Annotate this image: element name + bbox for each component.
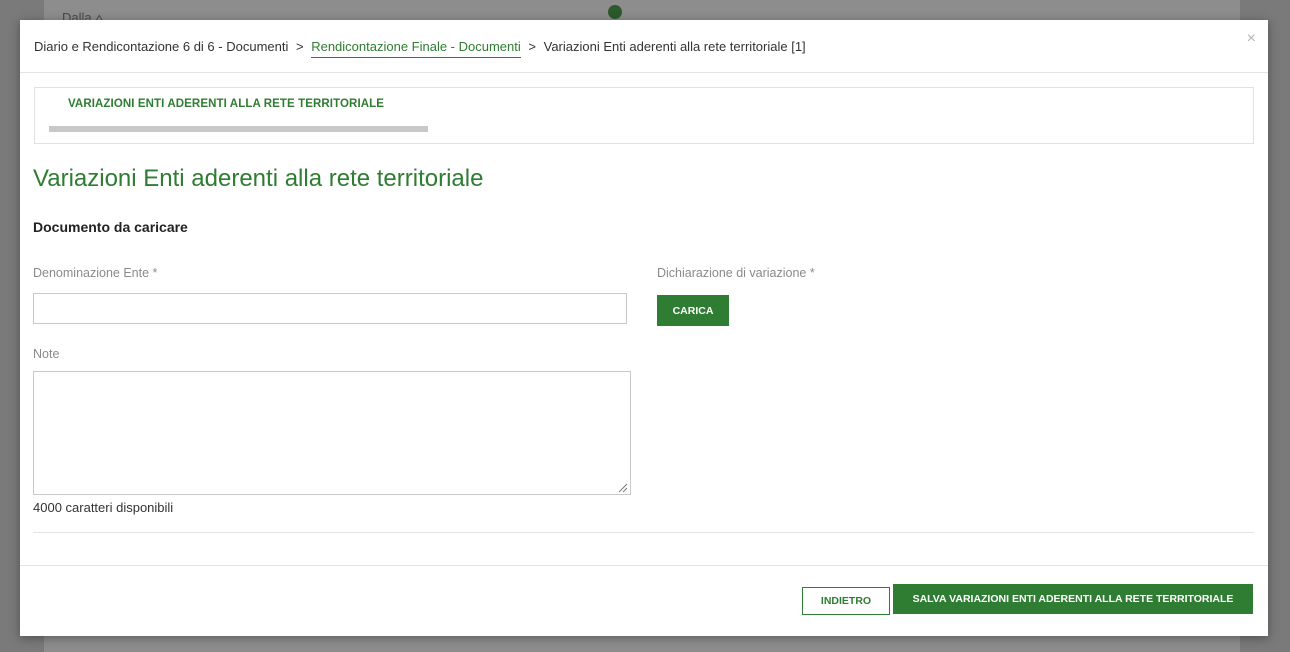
breadcrumb-item-current: Variazioni Enti aderenti alla rete terri… <box>543 39 806 54</box>
note-label: Note <box>33 347 60 361</box>
back-button[interactable]: INDIETRO <box>802 587 890 615</box>
page-title: Variazioni Enti aderenti alla rete terri… <box>33 165 484 192</box>
close-icon[interactable]: × <box>1247 30 1256 48</box>
breadcrumb-item-rendicontazione-finale[interactable]: Rendicontazione Finale - Documenti <box>311 39 521 58</box>
section-title: Documento da caricare <box>33 219 188 235</box>
background-dot-icon <box>608 5 622 19</box>
char-count: 4000 caratteri disponibili <box>33 500 174 515</box>
tab-variazioni-enti[interactable]: VARIAZIONI ENTI ADERENTI ALLA RETE TERRI… <box>68 98 384 110</box>
note-textarea[interactable] <box>33 371 631 495</box>
tab-panel: VARIAZIONI ENTI ADERENTI ALLA RETE TERRI… <box>34 87 1254 144</box>
denominazione-ente-input[interactable] <box>33 293 627 324</box>
save-button[interactable]: SALVA VARIAZIONI ENTI ADERENTI ALLA RETE… <box>893 584 1253 614</box>
breadcrumb-separator: > <box>295 39 304 54</box>
modal-header: Diario e Rendicontazione 6 di 6 - Docume… <box>20 20 1268 73</box>
carica-button[interactable]: CARICA <box>657 295 729 326</box>
breadcrumb-separator: > <box>528 39 536 54</box>
dichiarazione-variazione-label: Dichiarazione di variazione * <box>657 266 815 280</box>
denominazione-ente-label: Denominazione Ente * <box>33 266 158 280</box>
modal-dialog: Diario e Rendicontazione 6 di 6 - Docume… <box>20 20 1268 636</box>
form-divider <box>33 532 1254 533</box>
breadcrumb: Diario e Rendicontazione 6 di 6 - Docume… <box>34 39 806 58</box>
breadcrumb-item-documenti[interactable]: Diario e Rendicontazione 6 di 6 - Docume… <box>34 39 288 54</box>
footer-divider <box>20 565 1268 566</box>
resize-grip-icon[interactable] <box>616 481 628 493</box>
tab-progress-bar <box>49 126 428 132</box>
